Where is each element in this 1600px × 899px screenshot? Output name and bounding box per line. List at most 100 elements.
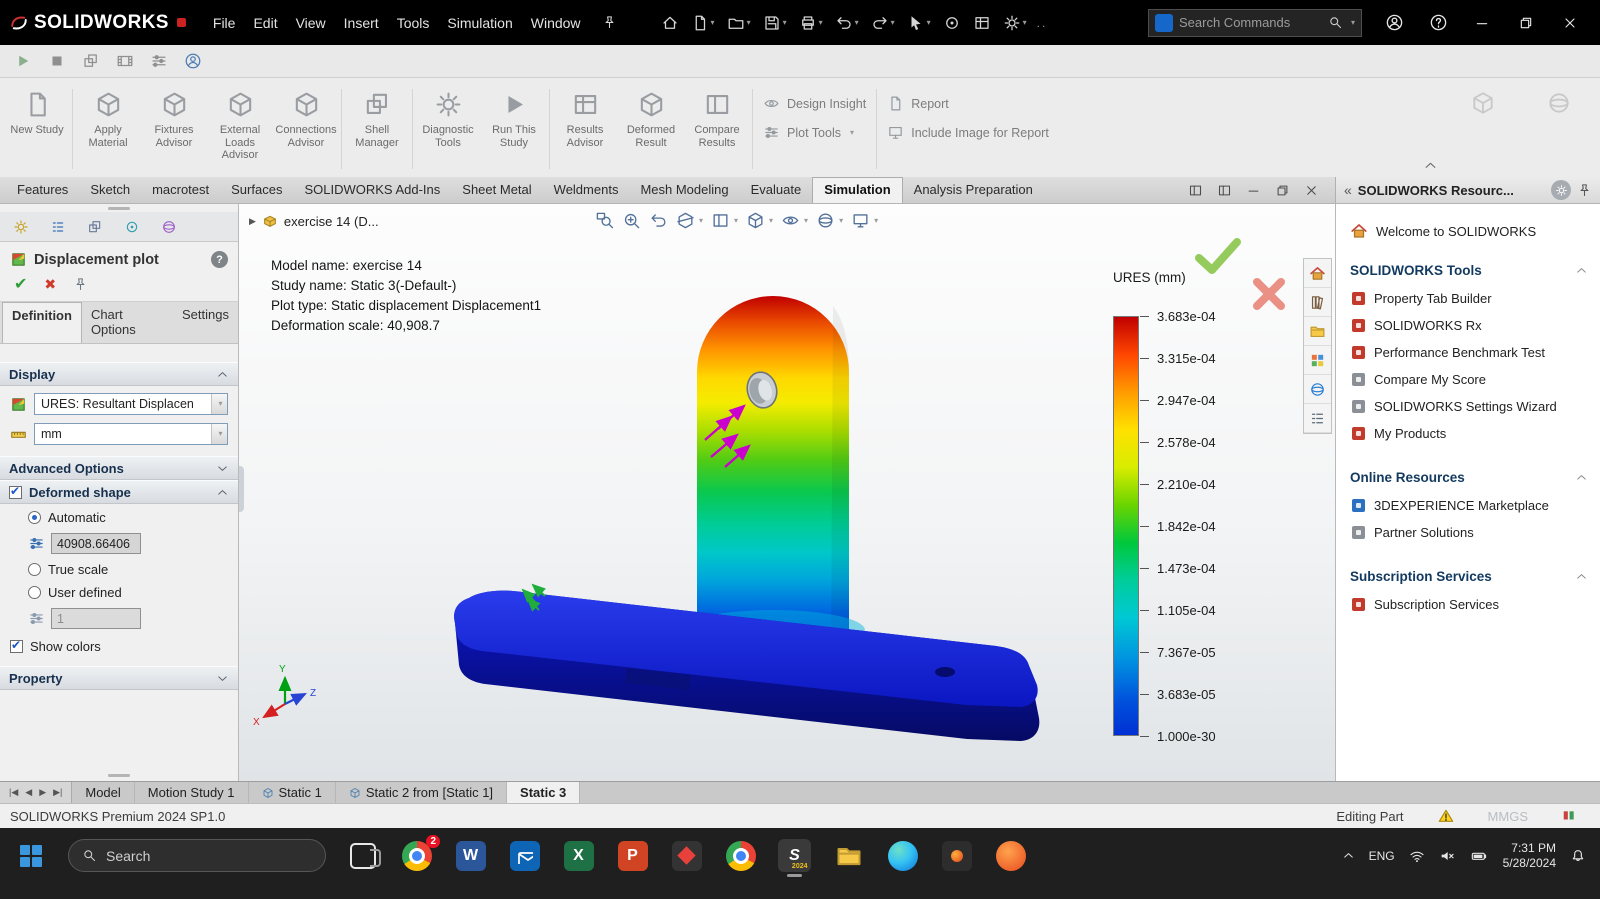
file-explorer-pane-icon[interactable] [1304,317,1331,346]
property-manager-tab-icon[interactable] [13,219,29,235]
units-selector[interactable]: MMGS [1488,809,1528,824]
appearances-scenes-icon[interactable] [1304,375,1331,404]
doc-minimize-icon[interactable] [1246,183,1261,198]
print-button[interactable]: ▾ [793,14,829,32]
link-subscription-services[interactable]: Subscription Services [1350,591,1588,618]
user-icon[interactable] [184,52,202,70]
stop-macro-icon[interactable] [48,52,66,70]
section-subscription-services[interactable]: Subscription Services [1350,560,1588,591]
panel-splitter[interactable] [0,204,238,212]
section-view-icon[interactable]: ▾ [676,211,703,230]
notifications-icon[interactable] [1570,848,1586,864]
language-indicator[interactable]: ENG [1369,849,1395,863]
undo-button[interactable]: ▾ [829,14,865,32]
tab-weldments[interactable]: Weldments [543,178,630,203]
run-this-study-button[interactable]: Run This Study [481,81,547,177]
account-icon[interactable] [1374,7,1414,39]
tab-solidworks-add-ins[interactable]: SOLIDWORKS Add-Ins [293,178,451,203]
section-online-resources[interactable]: Online Resources [1350,461,1588,492]
study-tab-model[interactable]: Model [72,782,134,803]
units-dropdown[interactable]: mm ▾ [34,423,228,445]
study-tab-static-3[interactable]: Static 3 [507,782,580,803]
dev-app-icon[interactable] [940,839,973,872]
tray-expand-icon[interactable] [1342,849,1355,862]
menu-file[interactable]: File [204,10,245,36]
resources-home-icon[interactable] [1304,259,1331,288]
collapse-ribbon-button[interactable] [1423,158,1438,173]
results-advisor-button[interactable]: Results Advisor [552,81,618,177]
zoom-fit-icon[interactable] [595,211,614,230]
link-performance-benchmark-test[interactable]: Performance Benchmark Test [1350,339,1588,366]
menu-window[interactable]: Window [522,10,590,36]
search-icon[interactable] [1328,15,1343,30]
diagnostic-tools-button[interactable]: Diagnostic Tools [415,81,481,177]
view-settings-icon[interactable]: ▾ [851,211,878,230]
tab-evaluate[interactable]: Evaluate [740,178,813,203]
result-component-dropdown[interactable]: URES: Resultant Displacen ▾ [34,393,228,415]
status-tag-icon[interactable] [1562,809,1576,823]
previous-tab-button[interactable]: ◀ [23,787,34,798]
true-scale-option[interactable]: True scale [0,556,238,579]
menu-view[interactable]: View [287,10,335,36]
display-style-icon[interactable]: ▾ [781,211,808,230]
excel-icon[interactable]: X [562,839,595,872]
doc-restore-icon[interactable] [1275,183,1290,198]
caret-down-icon[interactable]: ▾ [1351,19,1355,27]
taskbar-search[interactable]: Search [68,839,326,872]
powerpoint-icon[interactable]: P [616,839,649,872]
view-palette-icon[interactable] [1304,346,1331,375]
file-properties-button[interactable] [967,14,997,32]
tab-analysis-preparation[interactable]: Analysis Preparation [903,178,1044,203]
ok-button[interactable]: ✔ [14,274,27,294]
external-loads-advisor-button[interactable]: External Loads Advisor [207,81,273,177]
pin-menu-icon[interactable] [602,15,617,30]
outlook-icon[interactable] [508,839,541,872]
tab-macrotest[interactable]: macrotest [141,178,220,203]
deformed-shape-checkbox[interactable]: ✔ [9,486,22,499]
close-button[interactable] [1550,7,1590,39]
edge-icon[interactable] [886,839,919,872]
link-solidworks-settings-wizard[interactable]: SOLIDWORKS Settings Wizard [1350,393,1588,420]
radio-unselected[interactable] [28,563,41,576]
dimxpert-manager-tab-icon[interactable] [87,219,103,235]
toolbar-overflow[interactable]: .. [1037,16,1048,30]
task-pane-pin-icon[interactable] [1577,183,1592,198]
feature-tree-flyout[interactable]: ▶ exercise 14 (D... [249,213,379,229]
apply-material-button[interactable]: Apply Material [75,81,141,177]
open-button[interactable]: ▾ [721,14,757,32]
view-orientation-icon[interactable]: ▾ [746,211,773,230]
link-property-tab-builder[interactable]: Property Tab Builder [1350,285,1588,312]
warning-icon[interactable] [1438,808,1454,824]
deformed-result-button[interactable]: Deformed Result [618,81,684,177]
show-colors-checkbox[interactable]: ✔ [10,640,23,653]
menu-insert[interactable]: Insert [335,10,388,36]
orange-browser-icon[interactable] [994,839,1027,872]
design-insight-button[interactable]: Design Insight [763,95,866,112]
radio-unselected[interactable] [28,586,41,599]
link-my-products[interactable]: My Products [1350,420,1588,447]
help-icon[interactable]: ? [211,251,228,268]
keep-visible-pin-icon[interactable] [73,277,88,292]
section-property[interactable]: Property [0,666,238,690]
connections-advisor-button[interactable]: Connections Advisor [273,81,339,177]
last-tab-button[interactable]: ▶| [51,787,64,798]
word-icon[interactable]: W [454,839,487,872]
collapse-pane-icon[interactable]: « [1344,182,1352,198]
menu-tools[interactable]: Tools [388,10,439,36]
configuration-manager-tab-icon[interactable] [50,219,66,235]
panel-splitter[interactable] [0,771,238,779]
appearances-tab-icon[interactable] [161,219,177,235]
link-compare-my-score[interactable]: Compare My Score [1350,366,1588,393]
section-display[interactable]: Display [0,362,238,386]
compare-results-button[interactable]: Compare Results [684,81,750,177]
chrome-icon[interactable] [724,839,757,872]
zoom-area-icon[interactable] [622,211,641,230]
previous-view-icon[interactable] [649,211,668,230]
study-tab-motion-study-1[interactable]: Motion Study 1 [135,782,249,803]
fixtures-advisor-button[interactable]: Fixtures Advisor [141,81,207,177]
redo-button[interactable]: ▾ [865,14,901,32]
radio-selected[interactable] [28,511,41,524]
restore-button[interactable] [1506,7,1546,39]
doc-close-icon[interactable] [1304,183,1319,198]
battery-icon[interactable] [1469,848,1489,864]
